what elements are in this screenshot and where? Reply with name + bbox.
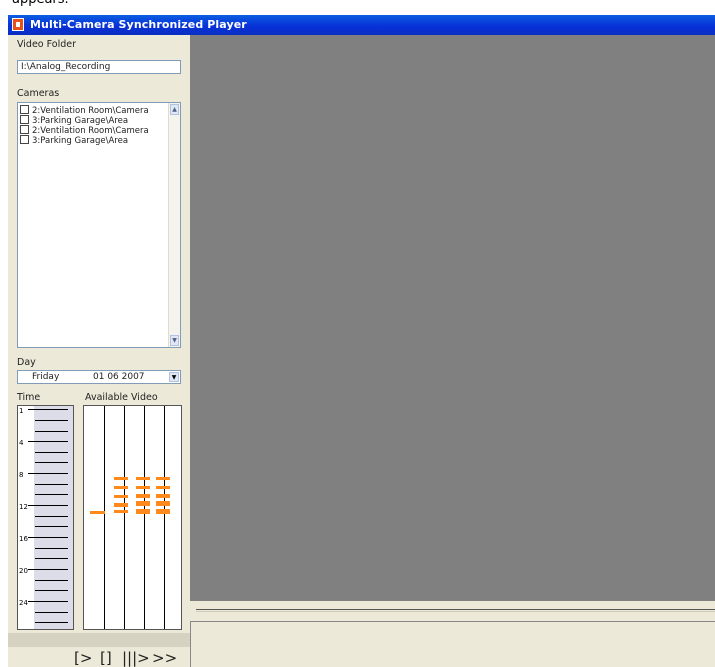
hour-mark: 1 bbox=[19, 407, 24, 415]
controls-strip bbox=[8, 633, 190, 647]
camera-item[interactable]: 2:Ventilation Room\Camera bbox=[20, 105, 149, 116]
chevron-down-icon[interactable]: ▼ bbox=[169, 372, 179, 382]
day-picker[interactable]: Friday 01 06 2007 ▼ bbox=[17, 370, 181, 384]
available-video-timeline[interactable] bbox=[83, 405, 182, 630]
hour-mark: 16 bbox=[19, 535, 28, 543]
cameras-label: Cameras bbox=[17, 88, 60, 99]
top-caption: appears. bbox=[12, 0, 69, 7]
hour-line bbox=[35, 558, 68, 559]
camera-checkbox[interactable] bbox=[20, 105, 29, 114]
fast-forward-button[interactable]: >> bbox=[152, 649, 177, 667]
hour-line bbox=[35, 548, 68, 549]
camera-item-label: 3:Parking Garage\Area bbox=[32, 136, 129, 146]
hour-mark: 20 bbox=[19, 567, 28, 575]
hour-mark: 24 bbox=[19, 599, 28, 607]
time-scale-band bbox=[34, 406, 73, 629]
day-label: Day bbox=[17, 357, 36, 368]
video-display[interactable] bbox=[190, 35, 715, 601]
title-bar[interactable]: Multi-Camera Synchronized Player bbox=[8, 15, 715, 35]
camera-checkbox[interactable] bbox=[20, 115, 29, 124]
video-segment[interactable] bbox=[156, 486, 170, 489]
camera-list-scrollbar[interactable]: ▲ ▼ bbox=[168, 103, 180, 347]
video-segment[interactable] bbox=[136, 486, 150, 489]
stop-button[interactable]: [] bbox=[100, 649, 112, 667]
hour-line bbox=[28, 409, 68, 410]
video-segment[interactable] bbox=[136, 494, 150, 498]
hour-line bbox=[28, 601, 68, 602]
playback-slider-shadow bbox=[196, 611, 715, 612]
step-forward-button[interactable]: |||> bbox=[122, 649, 150, 667]
camera-checkbox[interactable] bbox=[20, 135, 29, 144]
hour-line bbox=[28, 537, 68, 538]
video-segment[interactable] bbox=[90, 511, 105, 514]
video-segment[interactable] bbox=[114, 510, 128, 513]
video-folder-label: Video Folder bbox=[17, 39, 76, 50]
available-video-label: Available Video bbox=[85, 392, 158, 403]
video-segment[interactable] bbox=[114, 503, 128, 507]
video-segment[interactable] bbox=[156, 509, 170, 514]
hour-line bbox=[35, 526, 68, 527]
time-scale[interactable]: 1 4 8 12 16 20 24 bbox=[17, 405, 74, 630]
hour-line bbox=[28, 473, 68, 474]
hour-line bbox=[35, 462, 68, 463]
window-title: Multi-Camera Synchronized Player bbox=[30, 18, 247, 31]
app-icon bbox=[12, 18, 24, 31]
hour-line bbox=[28, 505, 68, 506]
left-panel: Video Folder I:\Analog_Recording Cameras… bbox=[8, 35, 190, 667]
camera-column-divider bbox=[124, 406, 125, 629]
hour-mark: 4 bbox=[19, 439, 24, 447]
camera-column-divider bbox=[164, 406, 165, 629]
hour-line bbox=[28, 569, 68, 570]
play-button[interactable]: [> bbox=[74, 649, 92, 667]
camera-item[interactable]: 3:Parking Garage\Area bbox=[20, 115, 128, 126]
camera-checkbox[interactable] bbox=[20, 125, 29, 134]
hour-line bbox=[35, 420, 68, 421]
hour-line bbox=[35, 484, 68, 485]
hour-line bbox=[35, 612, 68, 613]
day-weekday: Friday bbox=[32, 372, 60, 382]
hour-line bbox=[35, 516, 68, 517]
hour-line bbox=[35, 452, 68, 453]
hour-line bbox=[35, 431, 68, 432]
video-segment[interactable] bbox=[114, 486, 128, 489]
camera-item[interactable]: 3:Parking Garage\Area bbox=[20, 135, 129, 146]
app-window: Multi-Camera Synchronized Player Video F… bbox=[8, 15, 715, 667]
hour-line bbox=[35, 622, 68, 623]
video-segment[interactable] bbox=[156, 494, 170, 498]
scroll-up-icon[interactable]: ▲ bbox=[170, 104, 179, 115]
playback-slider[interactable] bbox=[196, 609, 715, 610]
camera-list[interactable]: 2:Ventilation Room\Camera 3:Parking Gara… bbox=[17, 102, 181, 348]
camera-column-divider bbox=[104, 406, 105, 629]
video-folder-input[interactable]: I:\Analog_Recording bbox=[17, 60, 181, 74]
hour-mark: 8 bbox=[19, 471, 24, 479]
hour-line bbox=[35, 494, 68, 495]
camera-column-divider bbox=[144, 406, 145, 629]
time-label: Time bbox=[17, 392, 41, 403]
video-segment[interactable] bbox=[156, 501, 170, 506]
video-segment[interactable] bbox=[156, 477, 170, 480]
video-segment[interactable] bbox=[114, 495, 128, 498]
day-date: 01 06 2007 bbox=[93, 372, 145, 382]
video-segment[interactable] bbox=[114, 477, 128, 480]
hour-line bbox=[35, 590, 68, 591]
camera-item[interactable]: 2:Ventilation Room\Camera bbox=[20, 125, 149, 136]
info-panel bbox=[190, 621, 715, 667]
video-segment[interactable] bbox=[136, 509, 150, 514]
hour-line bbox=[28, 441, 68, 442]
video-segment[interactable] bbox=[136, 477, 150, 480]
video-segment[interactable] bbox=[136, 501, 150, 506]
hour-mark: 12 bbox=[19, 503, 28, 511]
hour-line bbox=[35, 580, 68, 581]
scroll-down-icon[interactable]: ▼ bbox=[170, 335, 179, 346]
